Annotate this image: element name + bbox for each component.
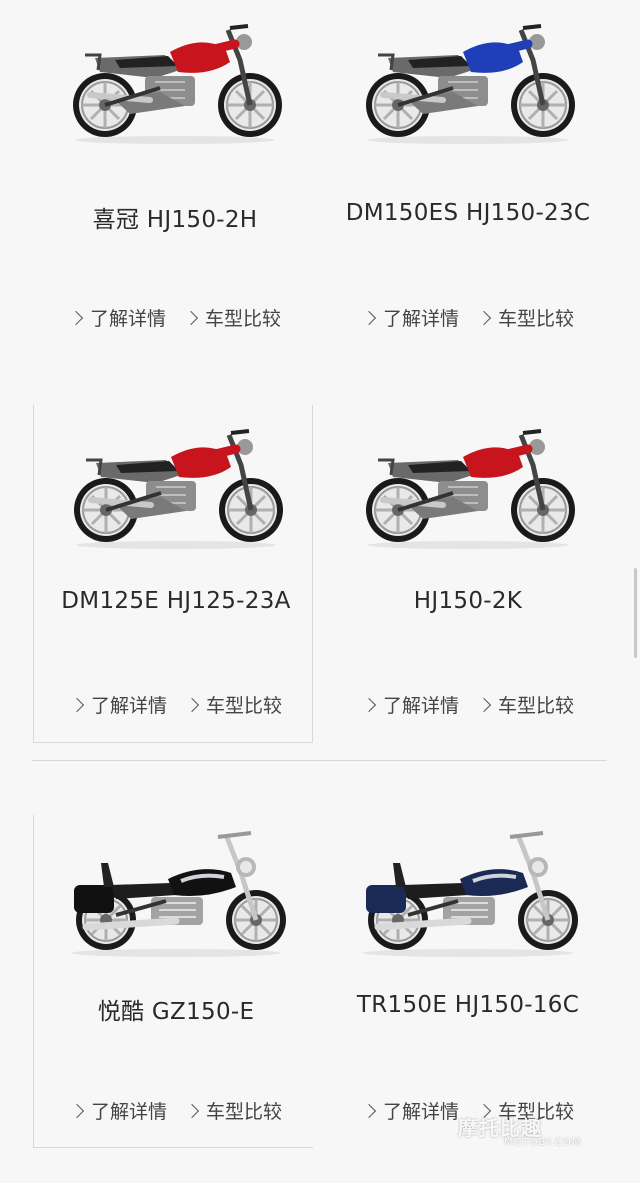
product-actions: 了解详情 车型比较 [36, 1097, 316, 1124]
compare-label: 车型比较 [498, 308, 575, 330]
compare-label: 车型比较 [206, 1101, 283, 1123]
compare-label: 车型比较 [498, 695, 575, 717]
motorcycle-graphic [366, 429, 575, 549]
motorcycle-photo[interactable] [328, 405, 608, 555]
product-name[interactable]: HJ150-2K [328, 588, 608, 614]
product-name[interactable]: TR150E HJ150-16C [328, 992, 608, 1018]
watermark-url: MOTOBY.COM [504, 1137, 582, 1148]
scrollbar[interactable] [634, 568, 637, 658]
product-actions: 了解详情 车型比较 [36, 691, 316, 718]
chevron-right-icon [183, 310, 199, 325]
detail-label: 了解详情 [382, 1101, 459, 1123]
product-name[interactable]: DM150ES HJ150-23C [328, 200, 608, 226]
motorcycle-photo[interactable] [36, 405, 316, 555]
detail-link[interactable]: 了解详情 [361, 691, 459, 718]
chevron-right-icon [69, 1103, 85, 1118]
detail-link[interactable]: 了解详情 [69, 1097, 167, 1124]
motorcycle-photo[interactable] [36, 815, 316, 965]
motorcycle-photo[interactable] [328, 815, 608, 965]
detail-label: 了解详情 [382, 308, 459, 330]
detail-label: 了解详情 [89, 308, 166, 330]
product-card[interactable]: 喜冠 HJ150-2H 了解详情 车型比较 [35, 0, 315, 360]
motorcycle-photo[interactable] [35, 0, 315, 150]
product-actions: 了解详情 车型比较 [328, 304, 608, 331]
compare-link[interactable]: 车型比较 [184, 1097, 283, 1124]
motorcycle-photo[interactable] [328, 0, 608, 150]
chevron-right-icon [476, 310, 492, 325]
detail-link[interactable]: 了解详情 [68, 304, 166, 331]
chevron-right-icon [476, 697, 492, 712]
chevron-right-icon [361, 310, 377, 325]
chevron-right-icon [68, 310, 84, 325]
detail-link[interactable]: 了解详情 [361, 1097, 459, 1124]
product-card[interactable]: HJ150-2K 了解详情 车型比较 [328, 405, 608, 743]
detail-link[interactable]: 了解详情 [69, 691, 167, 718]
watermark: 摩托比趣 MOTOBY.COM [458, 1112, 582, 1148]
chevron-right-icon [69, 697, 85, 712]
product-actions: 了解详情 车型比较 [328, 691, 608, 718]
chevron-right-icon [361, 1103, 377, 1118]
compare-link[interactable]: 车型比较 [183, 304, 282, 331]
product-list-page: 喜冠 HJ150-2H 了解详情 车型比较 DM150ES HJ150-23C … [0, 0, 640, 1183]
product-card[interactable]: 悦酷 GZ150-E 了解详情 车型比较 [33, 815, 313, 1148]
product-card-selected[interactable]: DM125E HJ125-23A 了解详情 车型比较 [33, 405, 313, 743]
detail-label: 了解详情 [382, 695, 459, 717]
chevron-right-icon [361, 697, 377, 712]
detail-link[interactable]: 了解详情 [361, 304, 459, 331]
motorcycle-graphic [73, 24, 282, 144]
compare-label: 车型比较 [206, 695, 283, 717]
section-divider [32, 760, 607, 761]
product-card[interactable]: TR150E HJ150-16C 了解详情 车型比较 [328, 815, 608, 1148]
motorcycle-graphic [74, 429, 283, 549]
compare-link[interactable]: 车型比较 [476, 304, 575, 331]
motorcycle-graphic [71, 831, 286, 957]
product-card[interactable]: DM150ES HJ150-23C 了解详情 车型比较 [328, 0, 608, 360]
chevron-right-icon [184, 1103, 200, 1118]
chevron-right-icon [184, 697, 200, 712]
product-actions: 了解详情 车型比较 [35, 304, 315, 331]
detail-label: 了解详情 [90, 1101, 167, 1123]
motorcycle-graphic [366, 24, 575, 144]
motorcycle-graphic [363, 831, 578, 957]
product-name[interactable]: DM125E HJ125-23A [36, 588, 316, 614]
compare-link[interactable]: 车型比较 [184, 691, 283, 718]
detail-label: 了解详情 [90, 695, 167, 717]
compare-link[interactable]: 车型比较 [476, 691, 575, 718]
product-name[interactable]: 悦酷 GZ150-E [36, 992, 316, 1026]
compare-label: 车型比较 [205, 308, 282, 330]
product-name[interactable]: 喜冠 HJ150-2H [35, 200, 315, 234]
